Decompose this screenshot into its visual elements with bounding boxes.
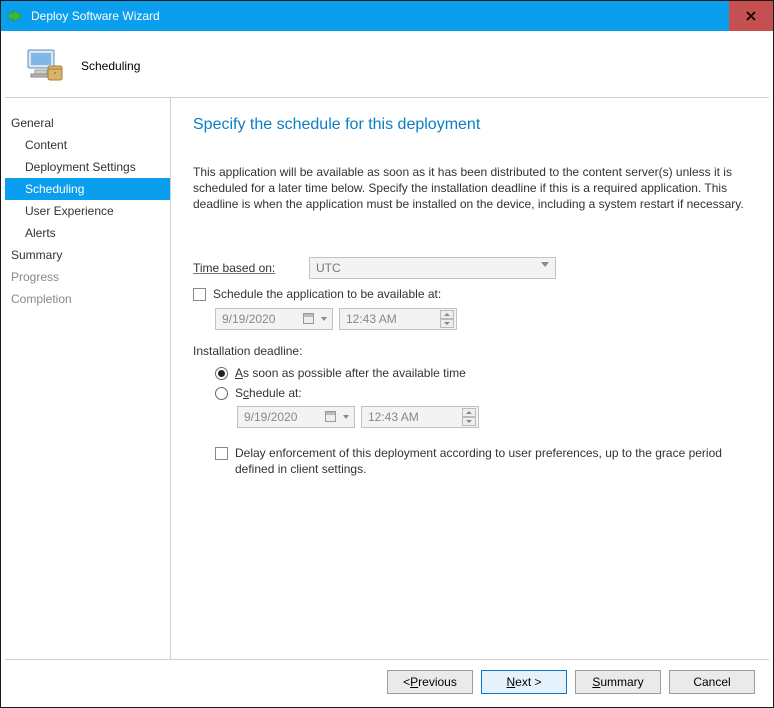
deadline-date-picker[interactable]: 9/19/2020 [237, 406, 355, 428]
time-based-value: UTC [316, 261, 341, 275]
delay-enforcement-row: Delay enforcement of this deployment acc… [215, 446, 747, 477]
close-icon [746, 11, 756, 21]
spinner-down-icon[interactable] [462, 417, 476, 426]
close-button[interactable] [729, 1, 773, 31]
sidebar-item-content[interactable]: Content [5, 134, 170, 156]
schedule-available-row: Schedule the application to be available… [193, 287, 747, 303]
summary-button[interactable]: Summary [575, 670, 661, 694]
time-based-row: Time based on: UTC [193, 257, 747, 279]
cancel-button[interactable]: Cancel [669, 670, 755, 694]
available-date-value: 9/19/2020 [222, 312, 275, 326]
sidebar-item-scheduling[interactable]: Scheduling [5, 178, 170, 200]
available-datetime-row: 9/19/2020 12:43 AM [215, 308, 747, 330]
available-date-picker[interactable]: 9/19/2020 [215, 308, 333, 330]
radio-schedule-row: Schedule at: [215, 386, 747, 400]
titlebar: Deploy Software Wizard [1, 1, 773, 31]
wizard-step-title: Scheduling [81, 59, 140, 73]
sidebar-item-user-experience[interactable]: User Experience [5, 200, 170, 222]
sidebar-item-progress[interactable]: Progress [5, 266, 170, 288]
page-heading: Specify the schedule for this deployment [193, 116, 747, 134]
deadline-label: Installation deadline: [193, 344, 747, 358]
sidebar-item-summary[interactable]: Summary [5, 244, 170, 266]
schedule-available-checkbox[interactable] [193, 288, 206, 301]
delay-enforcement-checkbox[interactable] [215, 447, 228, 460]
deadline-time-picker[interactable]: 12:43 AM [361, 406, 479, 428]
next-button[interactable]: Next > [481, 670, 567, 694]
radio-asap-label: As soon as possible after the available … [235, 366, 466, 380]
available-time-picker[interactable]: 12:43 AM [339, 308, 457, 330]
page-description: This application will be available as so… [193, 164, 747, 213]
sidebar-item-alerts[interactable]: Alerts [5, 222, 170, 244]
chevron-down-icon [321, 317, 327, 321]
sidebar: General Content Deployment Settings Sche… [5, 98, 170, 659]
time-spinner[interactable] [462, 408, 476, 426]
deadline-datetime-row: 9/19/2020 12:43 AM [237, 406, 747, 428]
radio-schedule-label: Schedule at: [235, 386, 302, 400]
delay-enforcement-label: Delay enforcement of this deployment acc… [235, 446, 735, 477]
calendar-icon [325, 411, 336, 422]
sidebar-item-completion[interactable]: Completion [5, 288, 170, 310]
deadline-time-value: 12:43 AM [368, 410, 419, 424]
sidebar-item-deployment-settings[interactable]: Deployment Settings [5, 156, 170, 178]
spinner-up-icon[interactable] [462, 408, 476, 417]
radio-schedule[interactable] [215, 387, 228, 400]
computer-deploy-icon [25, 46, 65, 86]
spinner-up-icon[interactable] [440, 310, 454, 319]
spinner-down-icon[interactable] [440, 319, 454, 328]
calendar-icon [303, 313, 314, 324]
chevron-down-icon [343, 415, 349, 419]
wizard-body: General Content Deployment Settings Sche… [5, 98, 769, 659]
radio-asap-row: As soon as possible after the available … [215, 366, 747, 380]
wizard-content: Specify the schedule for this deployment… [170, 98, 769, 659]
wizard-header: Scheduling [5, 35, 769, 98]
chevron-down-icon [541, 262, 549, 267]
deadline-date-value: 9/19/2020 [244, 410, 297, 424]
sidebar-item-general[interactable]: General [5, 112, 170, 134]
time-based-label: Time based on: [193, 261, 309, 275]
available-time-value: 12:43 AM [346, 312, 397, 326]
time-spinner[interactable] [440, 310, 454, 328]
app-arrow-icon [1, 1, 29, 31]
schedule-available-label: Schedule the application to be available… [213, 287, 441, 303]
wizard-footer: < Previous Next > Summary Cancel [5, 659, 769, 703]
window-title: Deploy Software Wizard [29, 9, 729, 23]
previous-button[interactable]: < Previous [387, 670, 473, 694]
radio-asap[interactable] [215, 367, 228, 380]
time-based-combobox[interactable]: UTC [309, 257, 556, 279]
